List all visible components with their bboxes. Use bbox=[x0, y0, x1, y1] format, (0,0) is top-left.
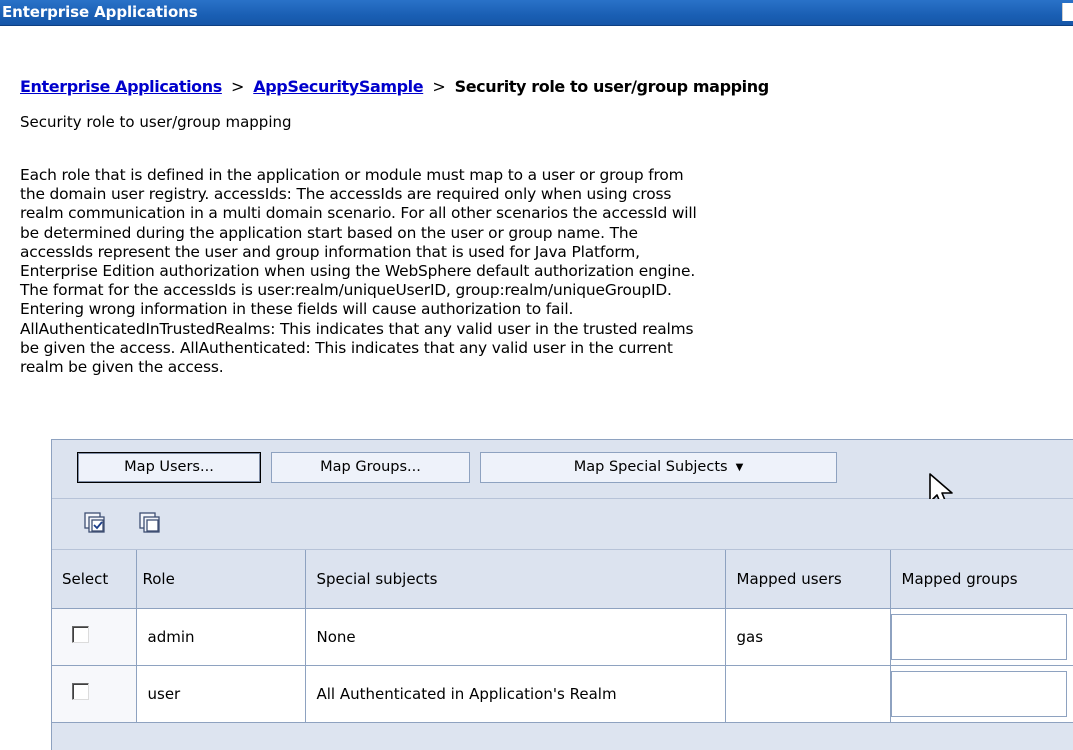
column-header-mapped-users[interactable]: Mapped users bbox=[725, 550, 891, 609]
mapped-groups-value bbox=[890, 670, 1067, 717]
select-cell bbox=[52, 665, 137, 723]
role-mapping-panel: Map Users... Map Groups... Map Special S… bbox=[51, 439, 1073, 750]
column-header-mapped-groups[interactable]: Mapped groups bbox=[890, 550, 1073, 609]
select-all-icon[interactable] bbox=[84, 512, 108, 536]
map-groups-button-label: Map Groups... bbox=[320, 459, 421, 475]
row-checkbox[interactable] bbox=[72, 626, 89, 643]
role-cell: user bbox=[136, 665, 306, 723]
map-special-subjects-button[interactable]: Map Special Subjects ▼ bbox=[480, 452, 837, 483]
mapped-users-cell bbox=[725, 665, 891, 723]
map-groups-button[interactable]: Map Groups... bbox=[271, 452, 470, 483]
mapped-groups-value bbox=[890, 613, 1067, 660]
breadcrumb: Enterprise Applications > AppSecuritySam… bbox=[20, 77, 769, 96]
deselect-all-icon[interactable] bbox=[139, 512, 163, 536]
map-users-button-label: Map Users... bbox=[124, 459, 214, 475]
breadcrumb-link-enterprise-applications[interactable]: Enterprise Applications bbox=[20, 77, 222, 96]
window-titlebar: Enterprise Applications bbox=[0, 0, 1073, 26]
table-header-row: Select Role Special subjects Mapped user… bbox=[52, 550, 1073, 609]
role-cell: admin bbox=[136, 608, 306, 666]
page-title: Security role to user/group mapping bbox=[20, 113, 292, 131]
mapped-users-cell: gas bbox=[725, 608, 891, 666]
special-subjects-cell: All Authenticated in Application's Realm bbox=[305, 665, 726, 723]
map-special-subjects-button-label: Map Special Subjects bbox=[573, 459, 728, 475]
chevron-down-icon: ▼ bbox=[735, 462, 744, 473]
page-description: Each role that is defined in the applica… bbox=[20, 166, 697, 377]
table-row: admin None gas bbox=[52, 608, 1073, 666]
table-row: user All Authenticated in Application's … bbox=[52, 665, 1073, 723]
column-header-select: Select bbox=[52, 550, 137, 609]
mapped-groups-cell bbox=[890, 665, 1073, 723]
mapped-groups-cell bbox=[890, 608, 1073, 666]
close-icon[interactable] bbox=[1062, 3, 1073, 21]
breadcrumb-current: Security role to user/group mapping bbox=[454, 77, 770, 96]
select-cell bbox=[52, 608, 137, 666]
special-subjects-cell: None bbox=[305, 608, 726, 666]
breadcrumb-separator: > bbox=[432, 77, 446, 96]
button-toolbar: Map Users... Map Groups... Map Special S… bbox=[52, 440, 1073, 508]
row-checkbox[interactable] bbox=[72, 683, 89, 700]
column-header-role[interactable]: Role bbox=[136, 550, 306, 609]
breadcrumb-link-app[interactable]: AppSecuritySample bbox=[253, 77, 423, 96]
map-users-button[interactable]: Map Users... bbox=[77, 452, 261, 483]
column-header-special-subjects[interactable]: Special subjects bbox=[305, 550, 726, 609]
window-title: Enterprise Applications bbox=[2, 3, 198, 21]
role-mapping-table: Select Role Special subjects Mapped user… bbox=[52, 550, 1073, 723]
selection-toolbar bbox=[52, 499, 1073, 550]
breadcrumb-separator: > bbox=[231, 77, 245, 96]
